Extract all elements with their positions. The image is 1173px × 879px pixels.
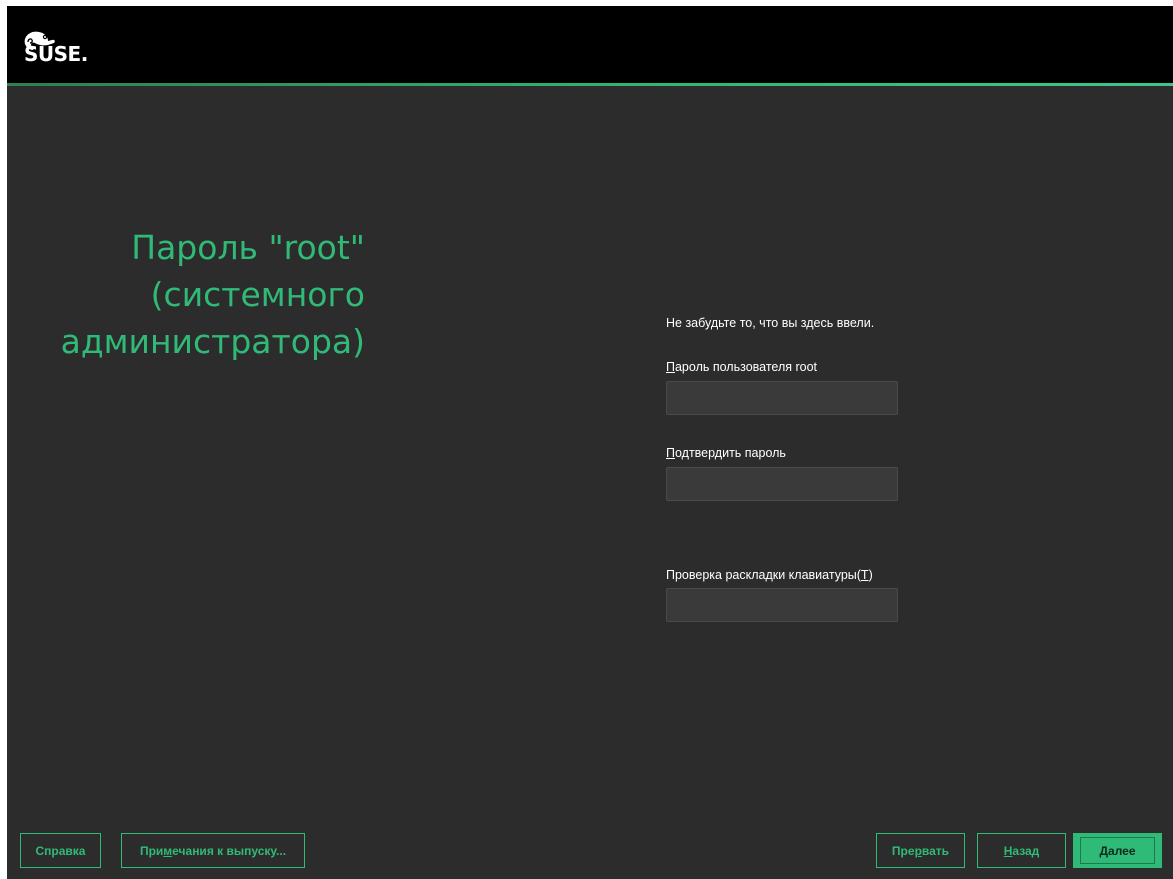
next-label-post: алее (1108, 843, 1136, 858)
release-notes-label-post: ечания к выпуску... (172, 843, 287, 858)
back-button[interactable]: Назад (977, 833, 1066, 868)
hint-text: Не забудьте то, что вы здесь ввели. (666, 316, 875, 330)
back-mnemonic: Н (1003, 843, 1013, 858)
root-password-input[interactable] (666, 381, 898, 415)
abort-button[interactable]: Пре р вать (876, 833, 965, 868)
keyboard-test-input[interactable] (666, 588, 898, 622)
header-accent-line (7, 83, 1173, 86)
help-button[interactable]: Справка (20, 833, 101, 868)
abort-label-pre: Пре (891, 843, 915, 858)
abort-mnemonic: р (914, 843, 922, 858)
next-mnemonic: Д (1099, 843, 1109, 858)
keyboard-test-label-pre: Проверка раскладки клавиатуры( (666, 568, 861, 582)
confirm-password-mnemonic: П (666, 446, 675, 460)
keyboard-test-label-post: ) (868, 568, 873, 582)
release-notes-label-pre: При (139, 843, 164, 858)
root-password-label-text: ароль пользователя root (674, 360, 818, 374)
header-bar: SUSE. (7, 6, 1173, 83)
next-button-focus-ring: Далее (1080, 837, 1155, 864)
page-title: Пароль "root" (системного администратора… (60, 228, 365, 361)
abort-label-post: вать (921, 843, 950, 858)
root-password-label: Пароль пользователя root (666, 360, 817, 374)
back-label-post: азад (1012, 843, 1040, 858)
confirm-password-label: Подтвердить пароль (666, 446, 786, 460)
keyboard-test-mnemonic: T (860, 568, 869, 582)
confirm-password-input[interactable] (666, 467, 898, 501)
release-notes-mnemonic: м (163, 843, 173, 858)
logo-text: SUSE. (24, 42, 88, 66)
root-password-mnemonic: П (666, 360, 675, 374)
installer-window: SUSE. Пароль "root" (системного админист… (7, 6, 1173, 879)
suse-logo: SUSE. (21, 28, 111, 68)
release-notes-button[interactable]: При м ечания к выпуску... (121, 833, 305, 868)
confirm-password-label-text: одтвердить пароль (674, 446, 786, 460)
keyboard-test-label: Проверка раскладки клавиатуры(T) (666, 568, 873, 582)
next-button[interactable]: Далее (1073, 833, 1162, 868)
